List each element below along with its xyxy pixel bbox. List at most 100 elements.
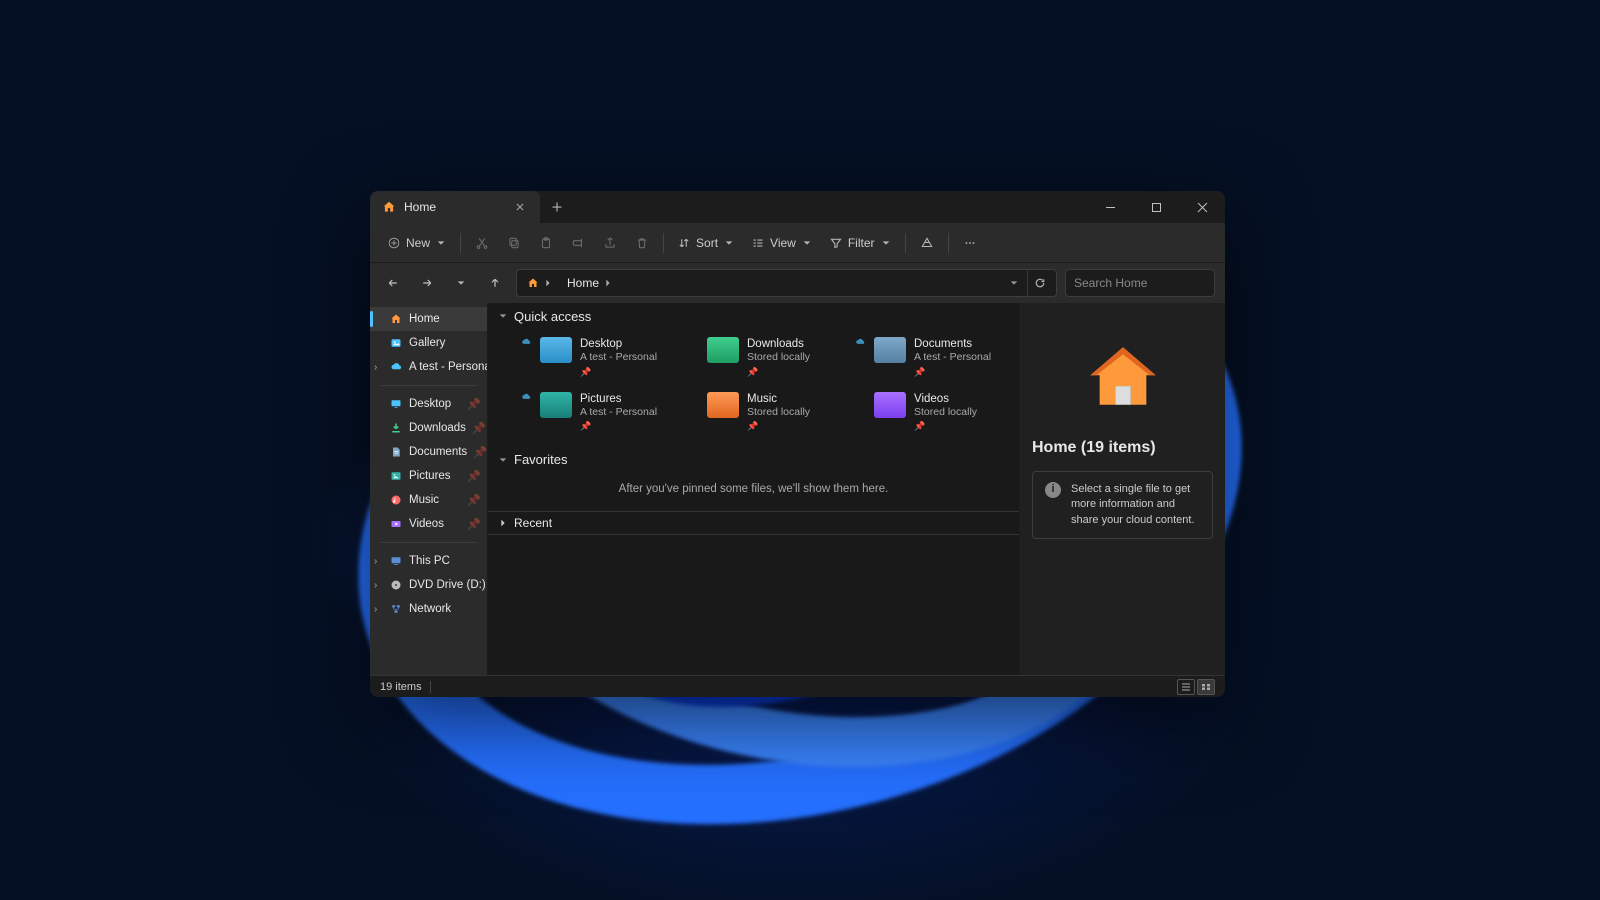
gallery-icon [388, 336, 403, 351]
address-history-dropdown[interactable] [1003, 278, 1025, 288]
tab-home[interactable]: Home [370, 191, 540, 223]
share-button[interactable] [595, 229, 625, 257]
section-quick-access[interactable]: Quick access [488, 303, 1019, 329]
cloud-icon [388, 360, 403, 375]
back-button[interactable] [380, 270, 406, 296]
qa-name: Desktop [580, 337, 657, 351]
disc-icon [388, 578, 403, 593]
pin-icon: 📌 [747, 367, 810, 378]
breadcrumb-home-icon[interactable] [521, 275, 559, 291]
details-info-box: i Select a single file to get more infor… [1032, 471, 1213, 539]
pin-icon: 📌 [580, 367, 657, 378]
forward-button[interactable] [414, 270, 440, 296]
network-icon [388, 602, 403, 617]
search-input[interactable] [1074, 276, 1225, 290]
section-recent[interactable]: Recent [488, 511, 1019, 535]
nav-onedrive-personal[interactable]: › A test - Personal [370, 355, 487, 379]
section-favorites[interactable]: Favorites [488, 447, 1019, 473]
breadcrumb-home[interactable]: Home [561, 274, 619, 292]
recent-locations-button[interactable] [448, 270, 474, 296]
nav-pictures[interactable]: Pictures 📌 [370, 464, 487, 488]
qa-name: Videos [914, 392, 977, 406]
file-explorer-window: Home New Sort [370, 191, 1225, 697]
pin-icon: 📌 [914, 367, 991, 378]
sort-button[interactable]: Sort [670, 229, 742, 257]
music-icon [388, 493, 403, 508]
home-icon [388, 312, 403, 327]
quick-access-item[interactable]: DocumentsA test - Personal📌 [850, 333, 1007, 382]
documents-icon [388, 445, 403, 460]
qa-subtitle: A test - Personal [580, 351, 657, 364]
delete-button[interactable] [627, 229, 657, 257]
nav-downloads[interactable]: Downloads 📌 [370, 416, 487, 440]
chevron-right-icon: › [374, 362, 377, 373]
cut-button[interactable] [467, 229, 497, 257]
up-button[interactable] [482, 270, 508, 296]
address-bar[interactable]: Home [516, 269, 1057, 297]
new-button[interactable]: New [380, 229, 454, 257]
qa-subtitle: Stored locally [747, 351, 810, 364]
pin-icon: 📌 [473, 445, 487, 459]
nav-dvd[interactable]: › DVD Drive (D:) CCC [370, 573, 487, 597]
nav-documents[interactable]: Documents 📌 [370, 440, 487, 464]
nav-videos[interactable]: Videos 📌 [370, 512, 487, 536]
view-label: View [770, 236, 796, 250]
quick-access-item[interactable]: MusicStored locally📌 [683, 388, 840, 437]
pin-icon: 📌 [914, 421, 977, 432]
nav-thispc[interactable]: › This PC [370, 549, 487, 573]
pin-icon: 📌 [467, 397, 481, 411]
more-button[interactable] [955, 229, 985, 257]
pin-icon: 📌 [467, 469, 481, 483]
nav-home[interactable]: Home [370, 307, 487, 331]
minimize-button[interactable] [1087, 191, 1133, 223]
qa-subtitle: Stored locally [747, 406, 810, 419]
details-title: Home (19 items) [1032, 439, 1156, 457]
content-area: Quick access DesktopA test - Personal📌Do… [488, 303, 1019, 675]
close-window-button[interactable] [1179, 191, 1225, 223]
quick-access-item[interactable]: DesktopA test - Personal 📌 [516, 333, 673, 382]
filter-button[interactable]: Filter [822, 229, 899, 257]
titlebar: Home [370, 191, 1225, 223]
pin-icon: 📌 [472, 421, 486, 435]
status-bar: 19 items [370, 675, 1225, 697]
view-toggles [1177, 679, 1215, 695]
command-bar: New Sort View Filter [370, 223, 1225, 263]
quick-access-item[interactable]: VideosStored locally 📌 [850, 388, 1007, 437]
folder-icon [540, 337, 572, 363]
nav-gallery[interactable]: Gallery [370, 331, 487, 355]
paste-button[interactable] [531, 229, 561, 257]
home-large-icon [1083, 341, 1163, 411]
onedrive-button[interactable] [912, 229, 942, 257]
pin-icon: 📌 [467, 493, 481, 507]
folder-icon [707, 337, 739, 363]
quick-access-item[interactable]: DownloadsStored locally 📌 [683, 333, 840, 382]
maximize-button[interactable] [1133, 191, 1179, 223]
tiles-view-toggle[interactable] [1197, 679, 1215, 695]
qa-name: Pictures [580, 392, 657, 406]
tab-close-button[interactable] [512, 199, 528, 215]
qa-subtitle: A test - Personal [914, 351, 991, 364]
window-controls [1087, 191, 1225, 223]
folder-icon [874, 337, 906, 363]
folder-icon [540, 392, 572, 418]
home-icon [382, 200, 396, 214]
qa-name: Downloads [747, 337, 810, 351]
new-tab-button[interactable] [540, 191, 574, 223]
quick-access-item[interactable]: PicturesA test - Personal📌 [516, 388, 673, 437]
search-box[interactable] [1065, 269, 1215, 297]
rename-button[interactable] [563, 229, 593, 257]
qa-subtitle: Stored locally [914, 406, 977, 419]
nav-music[interactable]: Music 📌 [370, 488, 487, 512]
nav-network[interactable]: › Network [370, 597, 487, 621]
copy-button[interactable] [499, 229, 529, 257]
sort-label: Sort [696, 236, 718, 250]
view-button[interactable]: View [744, 229, 820, 257]
navigation-pane: Home Gallery › A test - Personal Desktop… [370, 303, 488, 675]
refresh-button[interactable] [1027, 270, 1052, 296]
details-info-text: Select a single file to get more informa… [1071, 482, 1200, 528]
details-view-toggle[interactable] [1177, 679, 1195, 695]
pictures-icon [388, 469, 403, 484]
nav-desktop[interactable]: Desktop 📌 [370, 392, 487, 416]
folder-icon [707, 392, 739, 418]
pin-icon: 📌 [467, 517, 481, 531]
